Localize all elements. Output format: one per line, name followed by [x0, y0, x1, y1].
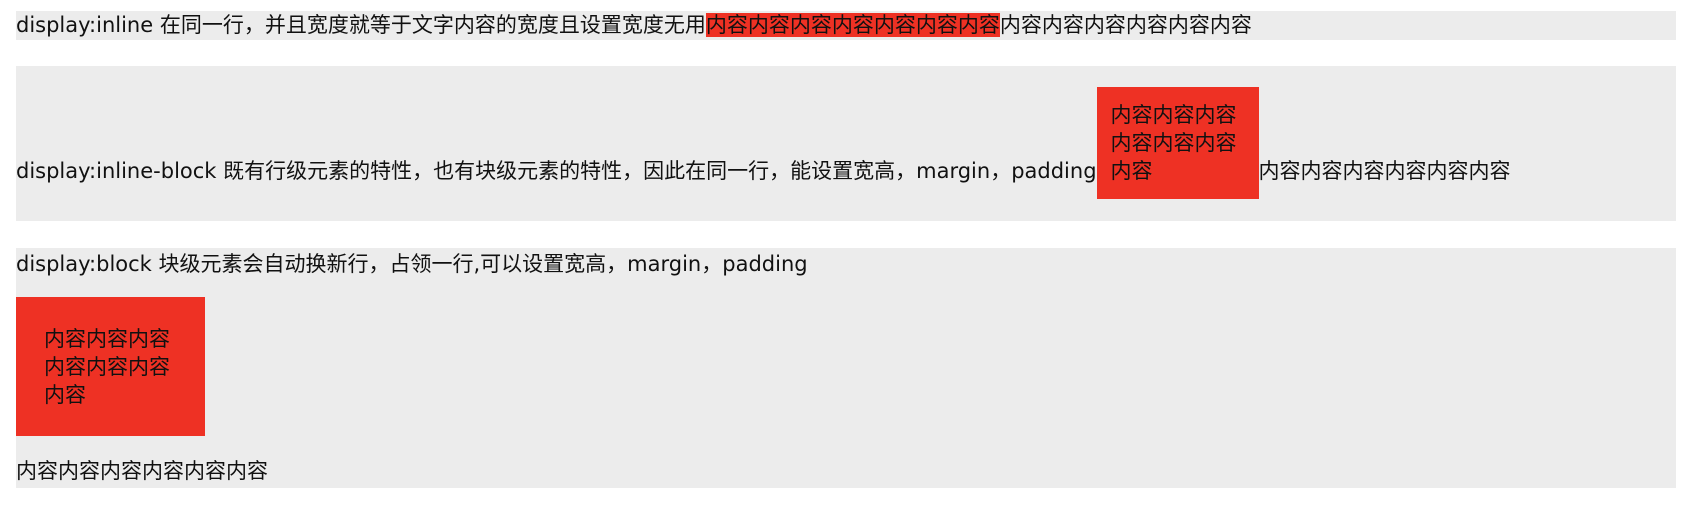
inline-block-element: 内容内容内容内容内容内容内容 [1096, 87, 1259, 199]
inline-trailing-text: 内容内容内容内容内容内容 [999, 13, 1252, 37]
inline-description: display:inline 在同一行，并且宽度就等于文字内容的宽度且设置宽度无… [16, 13, 706, 37]
block-demo-section: display:block 块级元素会自动换新行，占领一行,可以设置宽高，mar… [16, 248, 1676, 488]
inline-demo-section: display:inline 在同一行，并且宽度就等于文字内容的宽度且设置宽度无… [16, 11, 1676, 40]
inline-block-demo-section: display:inline-block 既有行级元素的特性，也有块级元素的特性… [16, 66, 1676, 221]
inline-block-description: display:inline-block 既有行级元素的特性，也有块级元素的特性… [16, 159, 1097, 183]
block-element: 内容内容内容内容内容内容内容 [16, 297, 205, 436]
block-description: display:block 块级元素会自动换新行，占领一行,可以设置宽高，mar… [16, 252, 808, 276]
page: display:inline 在同一行，并且宽度就等于文字内容的宽度且设置宽度无… [0, 0, 1692, 506]
inline-element: 内容内容内容内容内容内容内容 [705, 13, 1000, 37]
inline-block-row: display:inline-block 既有行级元素的特性，也有块级元素的特性… [16, 87, 1511, 199]
inline-block-trailing-text: 内容内容内容内容内容内容 [1258, 159, 1511, 183]
block-trailing-text: 内容内容内容内容内容内容 [16, 459, 268, 483]
